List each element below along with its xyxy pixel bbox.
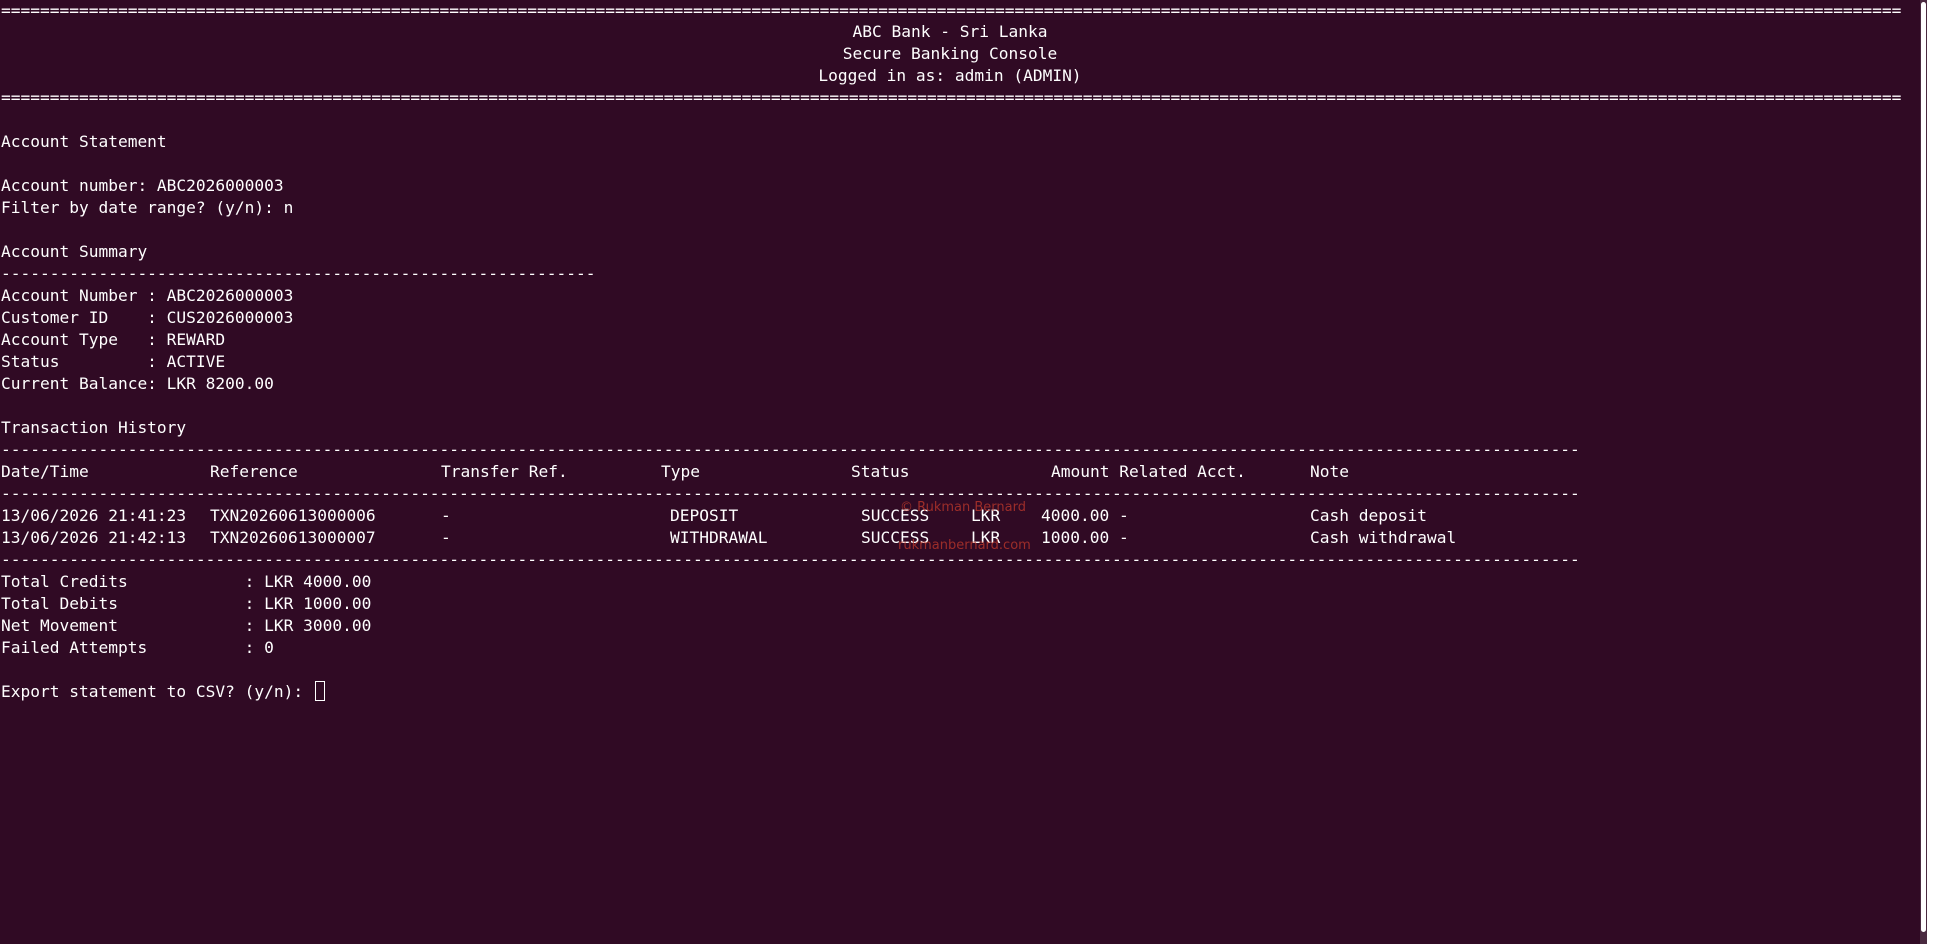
col-header-datetime: Date/Time [1, 462, 89, 481]
row-amount: 4000.00 - [1041, 506, 1129, 525]
summary-title: Account Summary [1, 242, 148, 261]
scrollbar-thumb[interactable] [1921, 2, 1926, 932]
watermark-copyright: © Rukman Bernard [900, 500, 1026, 515]
account-number-prompt: Account number: ABC2026000003 [1, 176, 284, 195]
row-note: Cash withdrawal [1310, 528, 1457, 547]
history-header-rule: ----------------------------------------… [1, 484, 1580, 503]
window-edge [1927, 0, 1935, 944]
col-header-amount-related: Amount Related Acct. [1051, 462, 1246, 481]
total-credits: Total Credits : LKR 4000.00 [1, 572, 372, 591]
statement-title: Account Statement [1, 132, 167, 151]
history-title: Transaction History [1, 418, 187, 437]
header-bottom-rule: ========================================… [1, 88, 1901, 107]
col-header-status: Status [851, 462, 910, 481]
export-csv-prompt[interactable]: Export statement to CSV? (y/n): [1, 681, 325, 703]
row-note: Cash deposit [1310, 506, 1427, 525]
console-title: Secure Banking Console [842, 44, 1058, 63]
bank-name: ABC Bank - Sri Lanka [852, 22, 1048, 41]
summary-status: Status : ACTIVE [1, 352, 226, 371]
row-datetime: 13/06/2026 21:41:23 [1, 506, 187, 525]
total-debits: Total Debits : LKR 1000.00 [1, 594, 372, 613]
terminal-window[interactable]: ========================================… [0, 0, 1935, 944]
net-movement: Net Movement : LKR 3000.00 [1, 616, 372, 635]
row-reference: TXN20260613000006 [210, 506, 376, 525]
summary-customer-id: Customer ID : CUS2026000003 [1, 308, 294, 327]
row-reference: TXN20260613000007 [210, 528, 376, 547]
summary-account-number: Account Number : ABC2026000003 [1, 286, 294, 305]
watermark-website: rukmanbernard.com [898, 538, 1031, 553]
row-datetime: 13/06/2026 21:42:13 [1, 528, 187, 547]
scrollbar[interactable] [1920, 0, 1927, 944]
col-header-note: Note [1310, 462, 1349, 481]
col-header-transfer-ref: Transfer Ref. [441, 462, 568, 481]
row-amount: 1000.00 - [1041, 528, 1129, 547]
summary-current-balance: Current Balance: LKR 8200.00 [1, 374, 274, 393]
summary-account-type: Account Type : REWARD [1, 330, 226, 349]
filter-date-prompt: Filter by date range? (y/n): n [1, 198, 294, 217]
export-csv-prompt-text: Export statement to CSV? (y/n): [1, 682, 313, 701]
summary-rule: ----------------------------------------… [1, 264, 596, 283]
row-type: DEPOSIT [670, 506, 739, 525]
col-header-type: Type [661, 462, 700, 481]
text-cursor[interactable] [314, 681, 325, 701]
col-header-reference: Reference [210, 462, 298, 481]
history-bottom-rule: ----------------------------------------… [1, 550, 1580, 569]
failed-attempts: Failed Attempts : 0 [1, 638, 274, 657]
row-transfer-ref: - [441, 528, 451, 547]
login-status: Logged in as: admin (ADMIN) [818, 66, 1082, 85]
header-top-rule: ========================================… [1, 1, 1901, 20]
row-transfer-ref: - [441, 506, 451, 525]
history-top-rule: ----------------------------------------… [1, 440, 1580, 459]
row-type: WITHDRAWAL [670, 528, 768, 547]
